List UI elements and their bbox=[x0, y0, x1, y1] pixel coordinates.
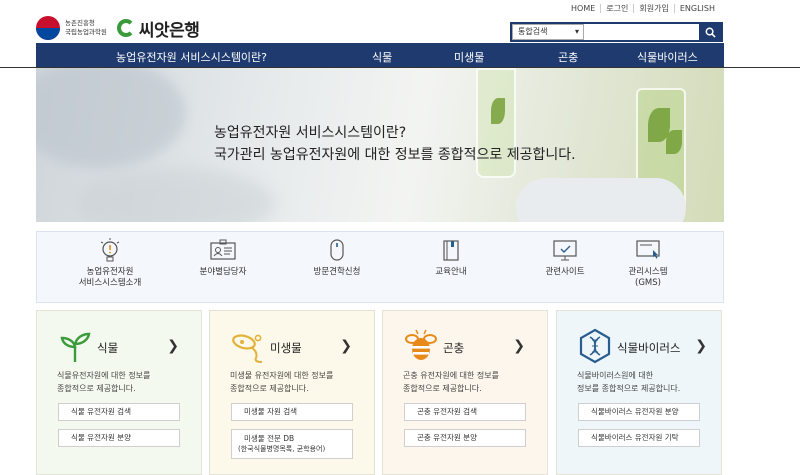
insect-search-button[interactable]: 곤충 유전자원 검색 bbox=[404, 403, 526, 421]
search-button[interactable] bbox=[699, 24, 721, 40]
plant-search-button[interactable]: 식물 유전자원 검색 bbox=[58, 403, 180, 421]
utility-links: HOME 로그인 회원가입 ENGLISH bbox=[566, 2, 720, 14]
virus-distribution-button[interactable]: 식물바이러스 유전자원 분양 bbox=[578, 403, 700, 421]
card-plant-virus: 식물바이러스 ❯ 식물바이러스원에 대한 정보를 종합적으로 제공합니다. 식물… bbox=[556, 310, 722, 475]
card-description-line: 식물유전자원에 대한 정보를 bbox=[57, 371, 151, 380]
main-nav: 농업유전자원 서비스시스템이란? 식물 미생물 곤충 식물바이러스 bbox=[36, 43, 724, 68]
seed-bank-logo[interactable]: 씨앗은행 bbox=[116, 16, 200, 41]
microbe-db-button[interactable]: 미생물 전문 DB (한국식물병명목록, 균학용어) bbox=[231, 429, 353, 459]
org-name-line2: 국립농업과학원 bbox=[65, 28, 107, 36]
virus-deposit-button[interactable]: 식물바이러스 유전자원 기탁 bbox=[578, 429, 700, 447]
org-name-line1: 농촌진흥청 bbox=[65, 19, 95, 27]
card-description: 미생물 유전자원에 대한 정보를 종합적으로 제공합니다. bbox=[230, 369, 365, 395]
search-bar: 통합검색 ▾ bbox=[510, 22, 723, 42]
hero-background-shape bbox=[76, 168, 276, 222]
card-description-line: 종합적으로 제공합니다. bbox=[403, 384, 482, 393]
nav-item-insect[interactable]: 곤충 bbox=[558, 49, 578, 65]
search-icon bbox=[705, 27, 716, 38]
sprout-icon bbox=[60, 332, 91, 362]
card-title[interactable]: 곤충 bbox=[443, 340, 464, 356]
button-label: 미생물 전문 DB bbox=[244, 434, 295, 443]
book-icon bbox=[443, 240, 459, 261]
mouse-icon bbox=[330, 239, 344, 261]
dna-hexagon-icon bbox=[579, 328, 611, 364]
card-title[interactable]: 식물 bbox=[97, 340, 118, 356]
search-category-value: 통합검색 bbox=[518, 27, 548, 36]
hero-title: 농업유전자원 서비스시스템이란? bbox=[214, 125, 407, 141]
screen-cursor-icon bbox=[636, 240, 660, 259]
quick-item-label: 교육안내 bbox=[435, 267, 467, 277]
plant-distribution-button[interactable]: 식물 유전자원 분양 bbox=[58, 429, 180, 447]
card-insect: 곤충 ❯ 곤충 유전자원에 대한 정보를 종합적으로 제공합니다. 곤충 유전자… bbox=[382, 310, 548, 475]
org-name: 농촌진흥청 국립농업과학원 bbox=[65, 19, 107, 37]
seedling-image bbox=[666, 130, 682, 154]
card-description-line: 종합적으로 제공합니다. bbox=[230, 384, 309, 393]
quick-item-label: 농업유전자원 bbox=[86, 267, 134, 277]
nav-item-microbe[interactable]: 미생물 bbox=[454, 49, 484, 65]
quick-item-label: (GMS) bbox=[635, 278, 661, 288]
hero-background-shape bbox=[36, 68, 186, 168]
quick-item-intro[interactable]: 농업유전자원 서비스시스템소개 bbox=[55, 238, 165, 289]
button-sublabel: (한국식물병명목록, 균학용어) bbox=[238, 445, 326, 453]
chevron-right-icon[interactable]: ❯ bbox=[167, 338, 179, 354]
card-description-line: 정보를 종합적으로 제공합니다. bbox=[577, 384, 681, 393]
signup-link[interactable]: 회원가입 bbox=[633, 3, 673, 13]
card-description-line: 종합적으로 제공합니다. bbox=[57, 384, 136, 393]
quick-item-label: 분야별담당자 bbox=[199, 267, 247, 277]
quick-item-visit[interactable]: 방문견학신청 bbox=[282, 238, 392, 278]
english-link[interactable]: ENGLISH bbox=[673, 3, 720, 13]
seed-leaf-icon bbox=[116, 19, 135, 37]
insect-distribution-button[interactable]: 곤충 유전자원 분양 bbox=[404, 429, 526, 447]
id-card-icon bbox=[210, 239, 236, 260]
quick-item-label: 방문견학신청 bbox=[313, 267, 361, 277]
search-input[interactable] bbox=[584, 24, 699, 40]
card-description: 식물유전자원에 대한 정보를 종합적으로 제공합니다. bbox=[57, 369, 192, 395]
nav-item-plant-virus[interactable]: 식물바이러스 bbox=[637, 49, 698, 65]
login-link[interactable]: 로그인 bbox=[600, 3, 633, 13]
monitor-icon bbox=[553, 240, 577, 261]
nav-item-about[interactable]: 농업유전자원 서비스시스템이란? bbox=[116, 49, 267, 65]
nav-item-plant[interactable]: 식물 bbox=[372, 49, 392, 65]
chevron-right-icon[interactable]: ❯ bbox=[513, 338, 525, 354]
bee-icon bbox=[405, 329, 437, 360]
gloved-hand-image bbox=[516, 178, 686, 222]
government-emblem-icon bbox=[36, 16, 60, 40]
chevron-right-icon[interactable]: ❯ bbox=[340, 338, 352, 354]
card-microbe: 미생물 ❯ 미생물 유전자원에 대한 정보를 종합적으로 제공합니다. 미생물 … bbox=[209, 310, 375, 475]
card-title[interactable]: 식물바이러스 bbox=[617, 340, 680, 356]
card-title[interactable]: 미생물 bbox=[270, 340, 302, 356]
card-description-line: 미생물 유전자원에 대한 정보를 bbox=[230, 371, 334, 380]
chevron-right-icon[interactable]: ❯ bbox=[695, 338, 707, 354]
quick-menu: 농업유전자원 서비스시스템소개 분야별담당자 방문견학신청 교육안내 관련사이트… bbox=[36, 231, 724, 303]
search-category-select[interactable]: 통합검색 ▾ bbox=[512, 24, 584, 40]
card-description: 식물바이러스원에 대한 정보를 종합적으로 제공합니다. bbox=[577, 369, 712, 395]
card-description-line: 곤충 유전자원에 대한 정보를 bbox=[403, 371, 499, 380]
hero-subtitle: 국가관리 농업유전자원에 대한 정보를 종합적으로 제공합니다. bbox=[214, 147, 576, 163]
home-link[interactable]: HOME bbox=[566, 4, 600, 13]
card-description: 곤충 유전자원에 대한 정보를 종합적으로 제공합니다. bbox=[403, 369, 538, 395]
microbe-search-button[interactable]: 미생물 자원 검색 bbox=[231, 403, 353, 421]
seedling-image bbox=[491, 98, 505, 124]
lightbulb-icon bbox=[100, 238, 120, 262]
card-plant: 식물 ❯ 식물유전자원에 대한 정보를 종합적으로 제공합니다. 식물 유전자원… bbox=[36, 310, 202, 475]
hero-banner: 농업유전자원 서비스시스템이란? 국가관리 농업유전자원에 대한 정보를 종합적… bbox=[36, 68, 724, 222]
brand-name: 씨앗은행 bbox=[138, 20, 200, 41]
quick-item-label: 관리시스템 bbox=[628, 267, 668, 277]
card-description-line: 식물바이러스원에 대한 bbox=[577, 371, 654, 380]
quick-item-label: 서비스시스템소개 bbox=[78, 278, 142, 288]
microbe-icon bbox=[232, 334, 263, 363]
quick-item-gms[interactable]: 관리시스템 (GMS) bbox=[593, 238, 703, 289]
chevron-down-icon: ▾ bbox=[574, 27, 579, 36]
quick-item-contacts[interactable]: 분야별담당자 bbox=[168, 238, 278, 278]
site-logo[interactable]: 농촌진흥청 국립농업과학원 씨앗은행 bbox=[36, 14, 200, 42]
quick-item-education[interactable]: 교육안내 bbox=[396, 238, 506, 278]
